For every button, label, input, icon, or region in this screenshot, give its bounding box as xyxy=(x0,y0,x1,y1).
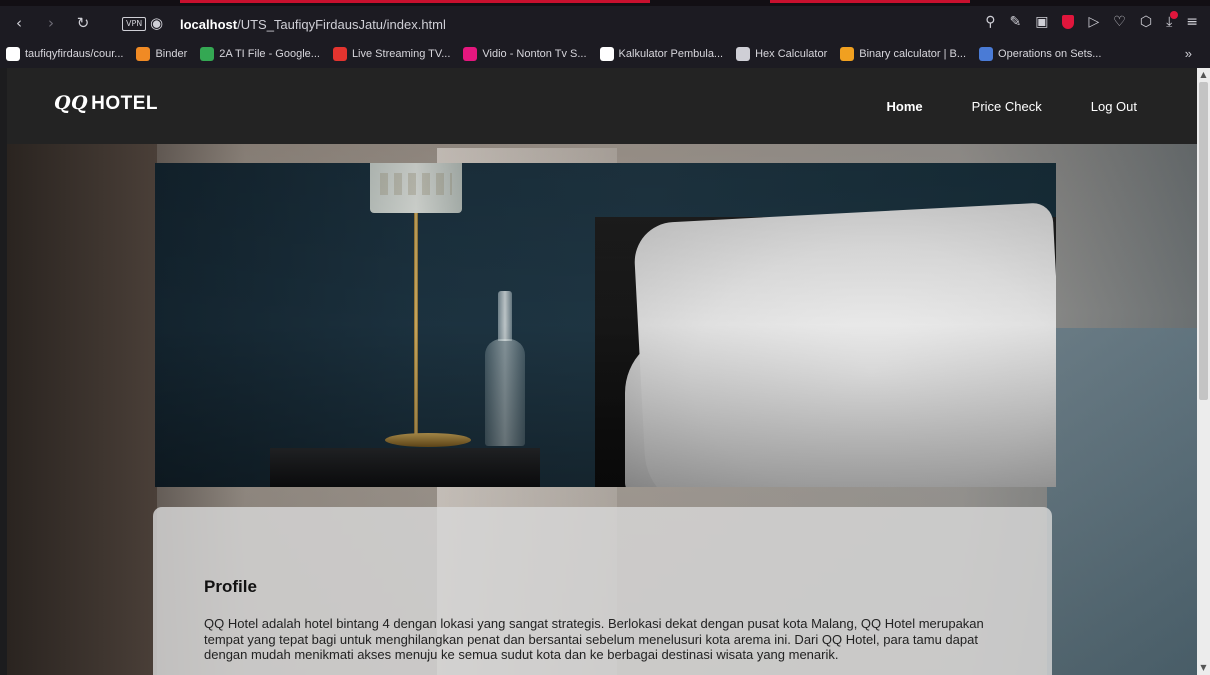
bookmark-item[interactable]: Vidio - Nonton Tv S... xyxy=(463,47,587,61)
globe-icon[interactable]: ◉ xyxy=(150,14,163,32)
bookmark-item[interactable]: Binary calculator | B... xyxy=(840,47,966,61)
nav-menu: Home Price Check Log Out xyxy=(838,99,1137,114)
bookmarks-overflow-icon[interactable]: » xyxy=(1185,46,1192,61)
browser-nav-buttons: ‹ › ↻ xyxy=(12,14,90,32)
bookmark-item[interactable]: Hex Calculator xyxy=(736,47,827,61)
github-icon xyxy=(6,47,20,61)
site-logo[interactable]: QQ HOTEL xyxy=(54,92,158,115)
bookmark-item[interactable]: Kalkulator Pembula... xyxy=(599,47,724,61)
bookmark-label: Operations on Sets... xyxy=(998,48,1102,60)
site-navbar: QQ HOTEL Home Price Check Log Out xyxy=(7,68,1197,144)
cube-icon[interactable]: ⬡ xyxy=(1140,14,1152,30)
sets-icon xyxy=(979,47,994,61)
reload-icon[interactable]: ↻ xyxy=(76,14,90,32)
heart-icon[interactable]: ♡ xyxy=(1113,14,1126,30)
bookmark-label: Live Streaming TV... xyxy=(351,48,451,60)
menu-icon[interactable]: ≡ xyxy=(1186,14,1198,30)
edit-icon[interactable]: ✎ xyxy=(1010,14,1022,30)
browser-actions: ⚲ ✎ ▣ ▷ ♡ ⬡ ⤓ ≡ xyxy=(985,11,1198,30)
logo-mark: QQ xyxy=(54,92,89,114)
bookmark-label: Kalkulator Pembula... xyxy=(618,48,724,60)
scrollbar-thumb[interactable] xyxy=(1199,82,1208,400)
logo-text: HOTEL xyxy=(91,93,158,114)
bookmark-label: Binary calculator | B... xyxy=(859,48,967,60)
google-drive-icon xyxy=(200,47,215,61)
binary-r-icon xyxy=(840,47,855,61)
bookmark-item[interactable]: Binder xyxy=(136,47,187,61)
bookmark-item[interactable]: Operations on Sets... xyxy=(979,47,1101,61)
background-image xyxy=(7,68,157,675)
bookmark-label: 2A TI File - Google... xyxy=(219,48,320,60)
nav-price-check-link[interactable]: Price Check xyxy=(972,99,1042,114)
bookmark-label: Binder xyxy=(155,48,188,60)
nav-logout-link[interactable]: Log Out xyxy=(1091,99,1137,114)
play-icon[interactable]: ▷ xyxy=(1088,14,1099,30)
browser-toolbar: ‹ › ↻ VPN ◉ localhost/UTS_TaufiqyFirdaus… xyxy=(0,0,1210,40)
bookmarks-bar: taufiqyfirdaus/cour... Binder 2A TI File -… xyxy=(0,40,1210,68)
bookmark-item[interactable]: taufiqyfirdaus/cour... xyxy=(6,47,123,61)
bookmark-item[interactable]: 2A TI File - Google... xyxy=(200,47,320,61)
url-host: localhost xyxy=(180,17,238,32)
bookmark-item[interactable]: Live Streaming TV... xyxy=(332,47,451,61)
profile-body: QQ Hotel adalah hotel bintang 4 dengan l… xyxy=(204,616,984,662)
download-icon[interactable]: ⤓ xyxy=(1166,11,1179,30)
scroll-down-icon[interactable]: ▼ xyxy=(1199,663,1208,673)
bookmark-label: Hex Calculator xyxy=(755,48,828,60)
tv-icon xyxy=(332,47,347,61)
shield-icon[interactable] xyxy=(1062,15,1075,29)
calculator-l-icon xyxy=(599,47,614,61)
camera-icon[interactable]: ▣ xyxy=(1035,14,1048,30)
forward-icon[interactable]: › xyxy=(44,14,58,32)
address-bar[interactable]: localhost/UTS_TaufiqyFirdausJatu/index.h… xyxy=(180,17,446,32)
nav-home-link[interactable]: Home xyxy=(887,99,923,114)
url-path: /UTS_TaufiqyFirdausJatu/index.html xyxy=(237,17,446,32)
binder-icon xyxy=(136,47,151,61)
scroll-up-icon[interactable]: ▲ xyxy=(1199,70,1208,80)
bookmark-label: taufiqyfirdaus/cour... xyxy=(25,48,124,60)
hero-image xyxy=(155,163,1056,487)
profile-title: Profile xyxy=(204,577,257,596)
profile-card: Profile QQ Hotel adalah hotel bintang 4 … xyxy=(153,507,1052,675)
bookmark-label: Vidio - Nonton Tv S... xyxy=(482,48,587,60)
background-image xyxy=(1047,328,1197,675)
zoom-icon[interactable]: ⚲ xyxy=(985,14,995,30)
back-icon[interactable]: ‹ xyxy=(12,14,26,32)
image-shading xyxy=(155,163,1056,487)
tab-indicator xyxy=(180,0,650,3)
vpn-badge[interactable]: VPN xyxy=(122,17,147,31)
vidio-icon xyxy=(463,47,478,61)
grid-calculator-icon xyxy=(736,47,751,61)
tab-indicator xyxy=(770,0,970,3)
page-viewport: QQ HOTEL Home Price Check Log Out Profile… xyxy=(7,68,1197,675)
page-scrollbar[interactable]: ▲ ▼ xyxy=(1197,68,1210,675)
